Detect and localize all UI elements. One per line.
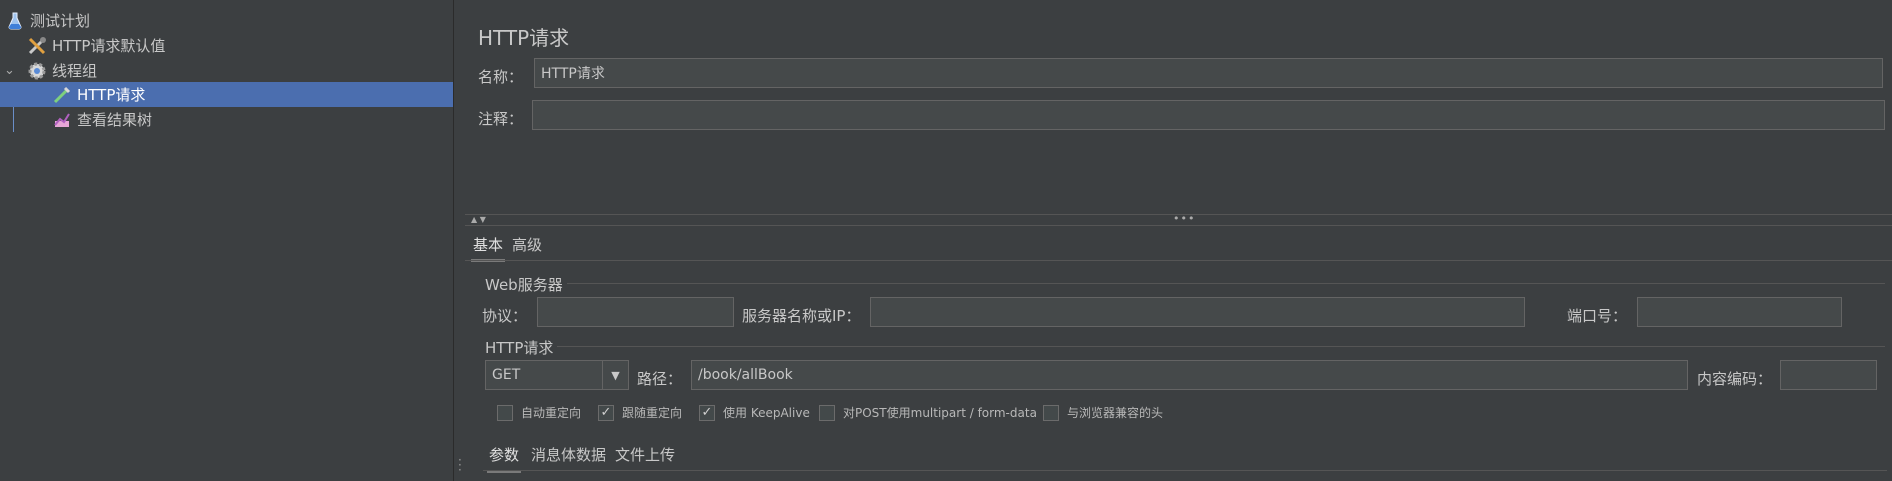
tools-icon (28, 36, 46, 54)
web-server-group-title: Web服务器 (485, 274, 567, 295)
splitter[interactable]: · · · (453, 0, 465, 481)
method-select[interactable]: GET ▼ (485, 360, 629, 390)
chevron-down-icon[interactable]: ▼ (602, 361, 628, 389)
port-field[interactable] (1637, 297, 1842, 327)
tab-basic[interactable]: 基本 (471, 234, 506, 262)
tab-params[interactable]: 参数 (487, 444, 522, 473)
tab-body-data[interactable]: 消息体数据 (531, 444, 606, 465)
checkbox-box[interactable] (1043, 404, 1059, 421)
checkbox-label: 跟随重定向 (622, 406, 683, 420)
flask-icon (8, 12, 22, 29)
checkmark-icon[interactable]: ✓ (598, 404, 614, 421)
tree-item-label: 线程组 (52, 62, 98, 80)
checkbox-label: 与浏览器兼容的头 (1067, 406, 1164, 420)
method-value: GET (492, 367, 521, 383)
tree-item-test-plan[interactable]: 测试计划 (0, 8, 453, 33)
http-request-group-title: HTTP请求 (485, 337, 558, 358)
gear-icon (28, 62, 46, 79)
name-field[interactable]: HTTP请求 (534, 58, 1883, 88)
splitter-grip-icon[interactable]: ••• (1173, 212, 1195, 225)
tree-item-label: 查看结果树 (77, 111, 153, 129)
protocol-field[interactable] (537, 297, 734, 327)
browser-headers-checkbox[interactable]: 与浏览器兼容的头 (1043, 404, 1163, 421)
checkbox-box[interactable] (497, 404, 513, 421)
tree-item-label: HTTP请求 (77, 86, 146, 104)
tree-item-label: HTTP请求默认值 (52, 37, 166, 55)
group-border (485, 283, 1885, 284)
path-field[interactable]: /book/allBook (691, 360, 1688, 390)
page-title: HTTP请求 (478, 26, 570, 50)
server-field[interactable] (870, 297, 1525, 327)
follow-redirect-checkbox[interactable]: ✓ 跟随重定向 (598, 404, 682, 421)
comment-label: 注释： (478, 110, 524, 128)
multipart-checkbox[interactable]: 对POST使用multipart / form-data (819, 404, 1037, 421)
comment-field[interactable] (532, 100, 1885, 130)
checkbox-label: 自动重定向 (521, 406, 582, 420)
tree-panel: 测试计划 HTTP请求默认值 ⌄ 线程组 HTTP请求 查看结果树 (0, 0, 453, 481)
keepalive-checkbox[interactable]: ✓ 使用 KeepAlive (699, 404, 810, 421)
path-label: 路径： (637, 370, 683, 388)
tab-divider (483, 470, 1887, 471)
vertical-splitter[interactable]: ▲ ▼ ••• (465, 212, 1892, 226)
splitter-grip-icon[interactable]: · · · (458, 454, 462, 476)
checkbox-box[interactable] (819, 404, 835, 421)
encoding-label: 内容编码： (1697, 370, 1773, 388)
chart-icon (54, 112, 70, 127)
auto-redirect-checkbox[interactable]: 自动重定向 (497, 404, 581, 421)
group-border (485, 346, 1885, 347)
http-request-panel: HTTP请求 名称： HTTP请求 注释： ▲ ▼ ••• 基本 高级 Web服… (465, 0, 1892, 481)
tree-item-http-request[interactable]: HTTP请求 (0, 82, 453, 107)
tree-item-http-defaults[interactable]: HTTP请求默认值 (0, 33, 453, 58)
tree-item-thread-group[interactable]: ⌄ 线程组 (0, 58, 453, 83)
protocol-label: 协议： (482, 307, 528, 325)
tree-item-label: 测试计划 (30, 12, 91, 30)
checkmark-icon[interactable]: ✓ (699, 404, 715, 421)
server-label: 服务器名称或IP： (742, 307, 861, 325)
tab-divider (465, 260, 1892, 261)
port-label: 端口号： (1567, 307, 1628, 325)
tree-item-result-tree[interactable]: 查看结果树 (0, 107, 453, 132)
tab-advanced[interactable]: 高级 (512, 234, 542, 255)
name-label: 名称： (478, 68, 524, 86)
checkbox-label: 使用 KeepAlive (723, 406, 810, 420)
collapse-arrows-icon[interactable]: ▲ ▼ (471, 215, 486, 224)
checkbox-label: 对POST使用multipart / form-data (843, 406, 1037, 420)
pipette-icon (53, 86, 71, 103)
encoding-field[interactable] (1780, 360, 1877, 390)
tab-file-upload[interactable]: 文件上传 (615, 444, 675, 465)
chevron-down-icon[interactable]: ⌄ (4, 63, 15, 78)
